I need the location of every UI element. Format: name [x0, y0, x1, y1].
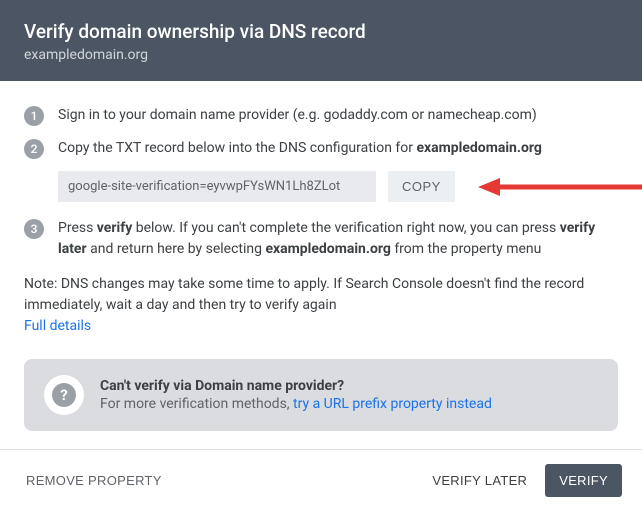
verify-later-button[interactable]: VERIFY LATER	[422, 465, 537, 496]
step-1-text: Sign in to your domain name provider (e.…	[58, 105, 537, 126]
arrow-annotation-icon	[478, 175, 642, 199]
step-3-part3: and return here by selecting	[87, 241, 266, 257]
step-3-text: Press verify below. If you can't complet…	[58, 218, 618, 260]
url-prefix-link[interactable]: try a URL prefix property instead	[293, 396, 492, 412]
step-3-part4: from the property menu	[391, 241, 542, 257]
step-1: 1 Sign in to your domain name provider (…	[24, 105, 618, 126]
alt-method-box: ? Can't verify via Domain name provider?…	[24, 359, 618, 431]
footer-right: VERIFY LATER VERIFY	[422, 464, 622, 497]
step-3: 3 Press verify below. If you can't compl…	[24, 218, 618, 260]
step-2-domain: exampledomain.org	[416, 140, 541, 156]
remove-property-button[interactable]: REMOVE PROPERTY	[20, 465, 168, 496]
dialog-footer: REMOVE PROPERTY VERIFY LATER VERIFY	[0, 449, 642, 511]
step-3-part1: Press	[58, 220, 97, 236]
dialog-title: Verify domain ownership via DNS record	[24, 20, 618, 43]
alt-sub: For more verification methods, try a URL…	[100, 396, 492, 412]
alt-text: Can't verify via Domain name provider? F…	[100, 378, 492, 412]
dialog-content: 1 Sign in to your domain name provider (…	[0, 81, 642, 449]
step-3-part2: below. If you can't complete the verific…	[132, 220, 559, 236]
help-icon-wrap: ?	[44, 375, 84, 415]
full-details-link[interactable]: Full details	[24, 318, 91, 334]
dialog-header: Verify domain ownership via DNS record e…	[0, 0, 642, 81]
step-2: 2 Copy the TXT record below into the DNS…	[24, 138, 618, 159]
step-number-badge: 1	[24, 106, 44, 126]
verify-domain-dialog: Verify domain ownership via DNS record e…	[0, 0, 642, 511]
step-2-text: Copy the TXT record below into the DNS c…	[58, 138, 542, 159]
verify-button[interactable]: VERIFY	[545, 464, 622, 497]
txt-record-field[interactable]	[58, 171, 376, 202]
step-3-bold3: exampledomain.org	[265, 241, 390, 257]
dialog-subtitle: exampledomain.org	[24, 47, 618, 63]
note-text: Note: DNS changes may take some time to …	[24, 276, 584, 313]
copy-button[interactable]: COPY	[388, 171, 455, 202]
dns-note: Note: DNS changes may take some time to …	[24, 274, 618, 337]
step-2-prefix: Copy the TXT record below into the DNS c…	[58, 140, 416, 156]
alt-title: Can't verify via Domain name provider?	[100, 378, 492, 394]
step-3-bold1: verify	[97, 220, 132, 236]
txt-record-row: COPY	[58, 171, 618, 202]
step-number-badge: 3	[24, 219, 44, 239]
alt-sub-prefix: For more verification methods,	[100, 396, 293, 412]
help-icon: ?	[52, 383, 76, 407]
step-number-badge: 2	[24, 139, 44, 159]
